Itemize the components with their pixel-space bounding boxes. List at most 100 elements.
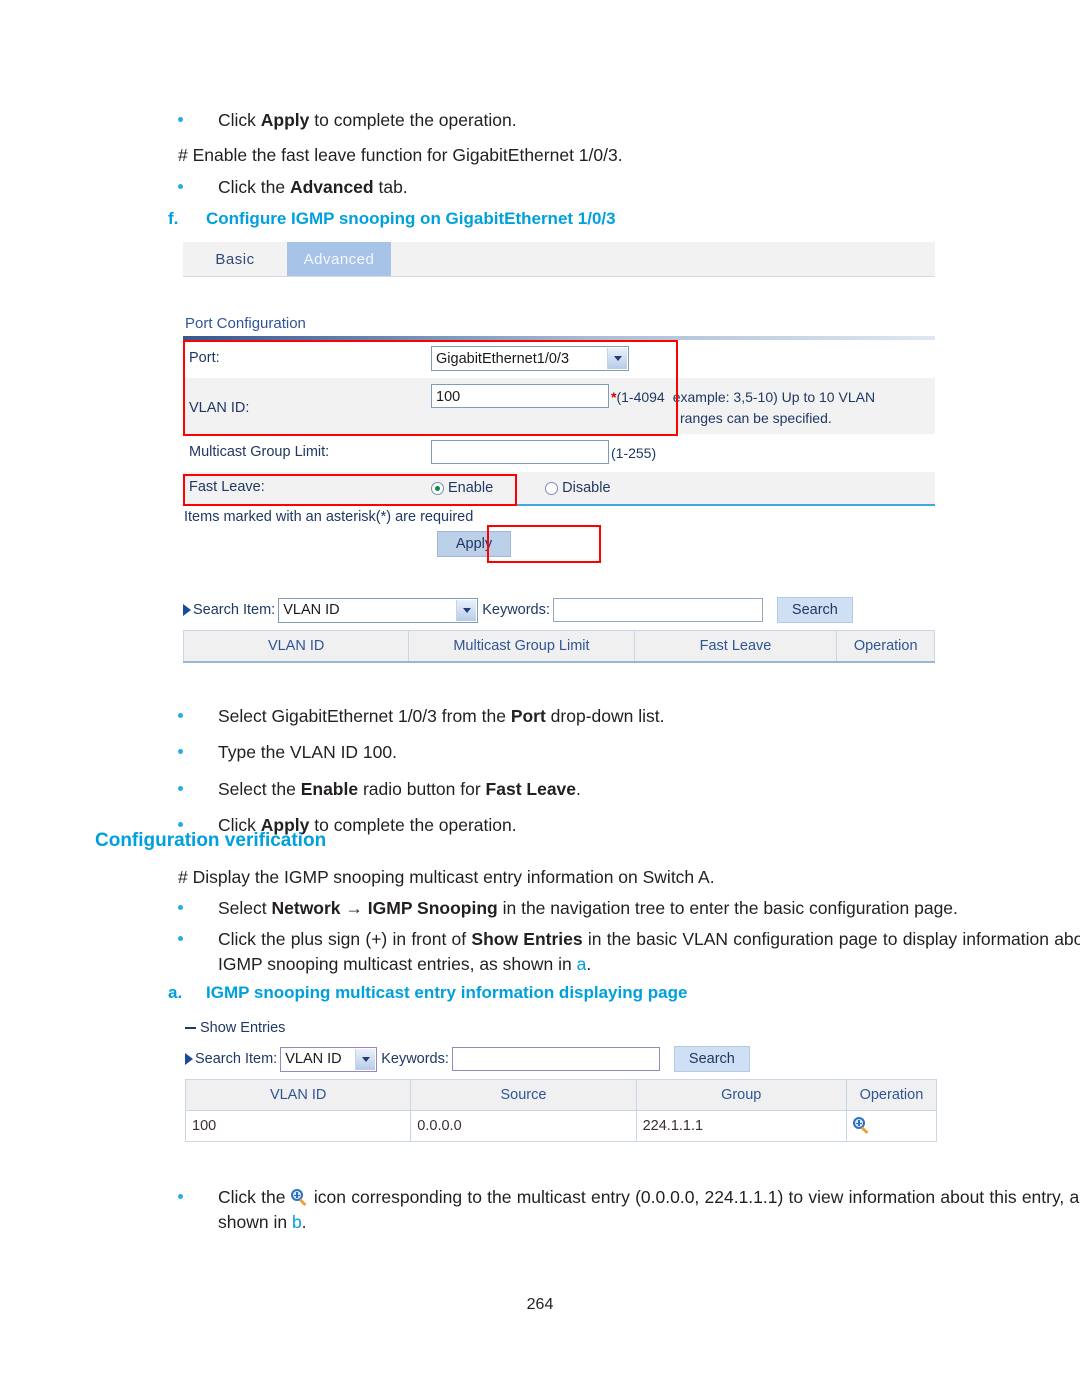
text-post: tab.	[373, 177, 408, 197]
column-header-operation[interactable]: Operation	[846, 1079, 938, 1111]
port-dropdown[interactable]: GigabitEthernet1/0/3	[431, 346, 629, 371]
minus-icon[interactable]	[185, 1027, 196, 1029]
text-pre: Select	[218, 898, 272, 918]
page-number: 264	[526, 1296, 554, 1313]
chevron-down-icon[interactable]	[355, 1048, 376, 1070]
cell-source: 0.0.0.0	[410, 1110, 637, 1142]
column-header-operation[interactable]: Operation	[836, 630, 935, 663]
label-keywords: Keywords:	[381, 1051, 449, 1067]
text-post: in the navigation tree to enter the basi…	[497, 898, 958, 918]
tab-advanced[interactable]: Advanced	[287, 242, 391, 276]
radio-icon-unselected	[545, 481, 559, 495]
apply-button[interactable]: Apply	[437, 531, 511, 557]
label-keywords: Keywords:	[482, 602, 550, 618]
text-pre: Select the	[218, 778, 301, 799]
chevron-down-icon[interactable]	[456, 599, 477, 621]
text-post: .	[301, 1212, 307, 1233]
tab-bar: Basic Advanced	[183, 242, 935, 277]
column-header-vlan-id[interactable]: VLAN ID	[184, 1079, 412, 1111]
instruction-click-advanced-tab: Click the Advanced tab.	[160, 175, 1068, 200]
column-header-multicast-group-limit[interactable]: Multicast Group Limit	[408, 630, 635, 663]
label-multicast-group-limit: Multicast Group Limit:	[189, 444, 330, 460]
search-button[interactable]: Search	[673, 1046, 750, 1072]
instruction-list-mid: Select GigabitEthernet 1/0/3 from the Po…	[160, 704, 1030, 850]
text-mid: icon corresponding to the multicast entr…	[218, 1187, 1080, 1233]
instruction-click-apply-top: Click Apply to complete the operation.	[160, 108, 1068, 133]
radio-fast-leave-enable[interactable]: Enable	[431, 477, 493, 496]
panel-title-port-configuration: Port Configuration	[185, 315, 306, 332]
text-pre: Click	[218, 110, 261, 130]
show-entries-toggle[interactable]: Show Entries	[185, 1020, 937, 1036]
column-header-source[interactable]: Source	[410, 1079, 637, 1111]
form-bottom-rule	[183, 504, 935, 506]
tab-basic[interactable]: Basic	[183, 242, 287, 276]
text-bold-igmp-snooping: IGMP Snooping	[367, 898, 498, 918]
column-header-fast-leave[interactable]: Fast Leave	[634, 630, 838, 663]
cross-reference-a[interactable]: a	[577, 954, 587, 974]
vlan-range-text: (1-4094	[616, 389, 665, 405]
text-bold: Advanced	[289, 177, 374, 197]
arrow-glyph: →	[340, 898, 368, 918]
advanced-entries-table: VLAN ID Multicast Group Limit Fast Leave…	[182, 630, 935, 663]
text-post: to complete the operation.	[309, 110, 517, 130]
figure-caption-a: a. IGMP snooping multicast entry informat…	[168, 983, 1048, 1003]
bullet-dot	[178, 749, 183, 755]
search-item-value: VLAN ID	[283, 602, 340, 618]
instruction-click-plus-show-entries: Click the plus sign (+) in front of Show…	[160, 927, 1080, 978]
multicast-group-limit-hint: (1-255)	[611, 445, 657, 461]
keywords-input[interactable]	[552, 598, 763, 622]
vlan-id-hint-b: example: 3,5-10) Up to 10 VLAN	[672, 389, 876, 405]
search-item-dropdown[interactable]: VLAN ID	[278, 597, 479, 623]
column-header-group[interactable]: Group	[636, 1079, 847, 1111]
apply-button-row: Apply	[183, 525, 935, 563]
text-post: .	[586, 954, 592, 975]
expand-triangle-icon[interactable]	[183, 604, 191, 616]
text-bold: Port	[510, 706, 546, 726]
search-item-dropdown[interactable]: VLAN ID	[280, 1046, 378, 1072]
bullet-dot	[178, 785, 183, 791]
figure-label: f.	[168, 209, 179, 228]
magnifier-plus-icon[interactable]	[852, 1117, 871, 1135]
vlan-id-hint-c: ranges can be specified.	[680, 410, 832, 426]
radio-fast-leave-disable[interactable]: Disable	[545, 477, 611, 496]
text-mid: radio button for	[358, 778, 486, 799]
instruction-select-network-igmp: Select Network → IGMP Snooping in the na…	[160, 896, 1080, 921]
document-page: Click Apply to complete the operation. #…	[0, 0, 1080, 1397]
vlan-id-input[interactable]: 100	[431, 384, 609, 408]
form-row-vlan-id: VLAN ID: 100 *(1-4094 example: 3,5-10) U…	[183, 378, 935, 434]
text-pre: Click the	[218, 177, 290, 197]
keywords-input[interactable]	[451, 1047, 660, 1071]
multicast-group-limit-input[interactable]	[431, 440, 609, 464]
chevron-down-icon[interactable]	[607, 348, 627, 369]
text-body: Type the VLAN ID 100.	[218, 742, 397, 763]
vlan-id-hint-a: *(1-4094	[609, 384, 665, 405]
cell-group: 224.1.1.1	[635, 1110, 847, 1142]
instruction-click-magnifier-icon: Click the icon corresponding to the mult…	[160, 1185, 1080, 1236]
search-bar-advanced: Search Item: VLAN ID Keywords: Search	[183, 557, 935, 623]
label-fast-leave: Fast Leave:	[189, 479, 265, 495]
cell-vlan-id: 100	[184, 1110, 412, 1142]
bullet-dot	[178, 713, 183, 718]
label-search-item: Search Item:	[195, 1051, 278, 1067]
text-pre: Click the plus sign (+) in front of	[218, 929, 472, 949]
bullet-dot	[178, 905, 183, 910]
form-row-multicast-group-limit: Multicast Group Limit: (1-255)	[183, 434, 935, 472]
bullet-dot	[178, 936, 183, 941]
search-button[interactable]: Search	[776, 597, 853, 623]
cross-reference-b[interactable]: b	[292, 1212, 302, 1232]
expand-triangle-icon[interactable]	[185, 1053, 193, 1065]
instruction-type-vlan-id: Type the VLAN ID 100.	[160, 740, 1030, 765]
instruction-select-port: Select GigabitEthernet 1/0/3 from the Po…	[160, 704, 1030, 729]
radio-icon-selected	[431, 481, 444, 495]
figure-caption-text: Configure IGMP snooping on GigabitEthern…	[206, 209, 616, 228]
column-header-vlan-id[interactable]: VLAN ID	[182, 630, 410, 663]
cell-operation	[845, 1110, 938, 1142]
text-bold-enable: Enable	[300, 778, 359, 799]
label-port: Port:	[189, 350, 220, 366]
text-pre: Select GigabitEthernet 1/0/3 from the	[218, 706, 511, 726]
text-container: Click the plus sign (+) in front of Show…	[218, 929, 1080, 974]
instruction-select-enable-radio: Select the Enable radio button for Fast …	[160, 777, 1030, 802]
radio-label-enable: Enable	[448, 480, 494, 496]
text-pre: Click the	[218, 1187, 291, 1207]
figure-label: a.	[168, 983, 183, 1002]
